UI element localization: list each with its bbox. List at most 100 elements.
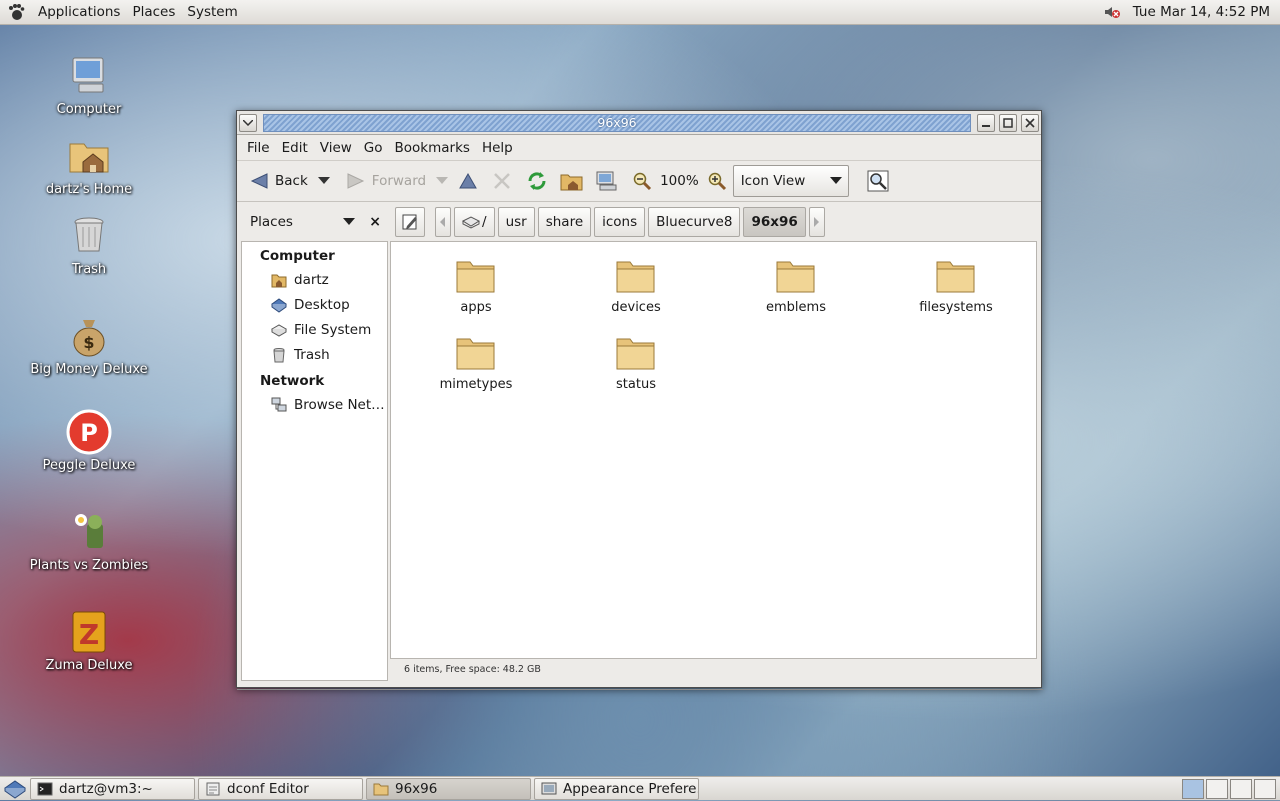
svg-text:P: P [80, 419, 98, 447]
crumb-icons[interactable]: icons [594, 207, 646, 237]
close-button[interactable] [1021, 113, 1039, 132]
desktop-icon-home[interactable]: dartz's Home [29, 132, 149, 197]
window-title: 96x96 [263, 113, 971, 132]
window-menu-button[interactable] [239, 113, 257, 132]
sidebar-item-desktop[interactable]: Desktop [242, 292, 387, 317]
menu-edit[interactable]: Edit [276, 140, 314, 156]
sidebar-item-file-system[interactable]: File System [242, 317, 387, 342]
task-dconf-editor[interactable]: dconf Editor [198, 777, 363, 800]
home-folder-icon [271, 274, 287, 287]
back-history-dropdown[interactable] [312, 165, 336, 197]
close-icon [1025, 117, 1035, 128]
folder-item[interactable]: emblems [731, 254, 861, 315]
desktop-icon-plants-vs-zombies[interactable]: Plants vs Zombies [29, 508, 149, 573]
path-bar: / usr share icons Bluecurve8 96x96 [395, 207, 828, 237]
home-button[interactable] [556, 165, 588, 197]
desktop-icon-zuma[interactable]: Z Zuma Deluxe [29, 608, 149, 673]
path-scroll-right[interactable] [808, 207, 825, 237]
folder-item[interactable]: mimetypes [411, 331, 541, 392]
search-button[interactable] [863, 165, 893, 197]
menu-help[interactable]: Help [476, 140, 519, 156]
forward-button[interactable]: Forward [342, 165, 430, 197]
computer-button[interactable] [590, 165, 622, 197]
reload-icon [528, 172, 546, 190]
folder-item[interactable]: apps [411, 254, 541, 315]
menu-file[interactable]: File [241, 140, 276, 156]
system-menu[interactable]: System [181, 4, 243, 20]
menu-go[interactable]: Go [358, 140, 389, 156]
crumb-usr[interactable]: usr [497, 207, 535, 237]
dconf-editor-icon [206, 782, 220, 795]
computer-icon [72, 57, 104, 93]
task-terminal[interactable]: dartz@vm3:~ [30, 777, 195, 800]
menu-bookmarks[interactable]: Bookmarks [389, 140, 476, 156]
workspace-2[interactable] [1206, 778, 1228, 799]
folder-item[interactable]: devices [571, 254, 701, 315]
folder-item[interactable]: filesystems [891, 254, 1021, 315]
file-icon-view[interactable]: apps devices emblems filesystems mimetyp… [390, 241, 1037, 659]
back-button[interactable]: Back [245, 165, 312, 197]
workspace-1[interactable] [1182, 778, 1204, 799]
applications-menu[interactable]: Applications [32, 4, 126, 20]
status-bar: 6 items, Free space: 48.2 GB [404, 664, 541, 675]
chevron-left-icon [440, 217, 445, 227]
toggle-location-entry-button[interactable] [395, 207, 425, 237]
clock[interactable]: Tue Mar 14, 4:52 PM [1121, 4, 1280, 20]
workspace-switcher [1180, 778, 1276, 799]
close-sidebar-button[interactable]: × [369, 214, 381, 230]
svg-text:$: $ [83, 333, 94, 352]
crumb-share[interactable]: share [537, 207, 592, 237]
dropdown-arrow-icon[interactable] [343, 218, 356, 226]
dropdown-arrow-icon [436, 177, 449, 184]
zoom-out-icon [633, 172, 652, 191]
peggle-icon: P [66, 409, 112, 455]
task-file-browser[interactable]: 96x96 [366, 777, 531, 800]
crumb-bluecurve8[interactable]: Bluecurve8 [648, 207, 741, 237]
home-folder-icon [560, 174, 583, 191]
sidebar-item-browse-network[interactable]: Browse Net… [242, 392, 387, 417]
trash-icon [74, 217, 104, 252]
task-appearance-preferences[interactable]: Appearance Prefere… [534, 777, 699, 800]
volume-muted-icon[interactable] [1103, 3, 1121, 21]
reload-button[interactable] [522, 165, 552, 197]
desktop-icon-big-money[interactable]: $ Big Money Deluxe [29, 312, 149, 377]
dropdown-arrow-icon [829, 177, 842, 184]
up-button[interactable] [454, 165, 482, 197]
show-desktop-button[interactable] [0, 777, 30, 801]
desktop-icon-computer[interactable]: Computer [29, 52, 149, 117]
workspace-4[interactable] [1254, 778, 1276, 799]
desktop-icon-trash[interactable]: Trash [29, 212, 149, 277]
zoom-in-button[interactable] [703, 165, 731, 197]
stop-button[interactable] [488, 165, 516, 197]
zoom-in-icon [708, 172, 726, 191]
folder-item[interactable]: status [571, 331, 701, 392]
window-resize-edge[interactable] [237, 689, 1043, 693]
zoom-level[interactable]: 100% [656, 173, 703, 189]
bottom-panel: dartz@vm3:~ dconf Editor 96x96 Appearanc… [0, 776, 1280, 800]
forward-history-dropdown[interactable] [430, 165, 454, 197]
sidebar-item-home[interactable]: dartz [242, 267, 387, 292]
folder-icon [776, 261, 815, 293]
maximize-button[interactable] [999, 113, 1017, 132]
sidebar-type-label[interactable]: Places [250, 214, 293, 230]
zoom-out-button[interactable] [628, 165, 656, 197]
view-mode-select[interactable]: Icon View [732, 165, 849, 197]
crumb-root[interactable]: / [454, 207, 495, 237]
workspace-3[interactable] [1230, 778, 1252, 799]
sidebar-header: Places × [237, 203, 387, 241]
desktop-icon-peggle[interactable]: P Peggle Deluxe [29, 408, 149, 473]
crumb-96x96[interactable]: 96x96 [743, 207, 806, 237]
terminal-icon [37, 782, 53, 795]
stop-icon [494, 173, 510, 189]
menu-view[interactable]: View [314, 140, 358, 156]
sidebar-item-trash[interactable]: Trash [242, 342, 387, 367]
drive-icon [271, 323, 287, 337]
trash-icon [273, 347, 285, 362]
folder-icon [456, 338, 495, 370]
folder-icon [616, 261, 655, 293]
gnome-foot-icon[interactable] [7, 3, 25, 21]
places-menu[interactable]: Places [126, 4, 181, 20]
path-scroll-left[interactable] [435, 207, 451, 237]
title-bar[interactable]: 96x96 [237, 111, 1041, 135]
minimize-button[interactable] [977, 113, 995, 132]
